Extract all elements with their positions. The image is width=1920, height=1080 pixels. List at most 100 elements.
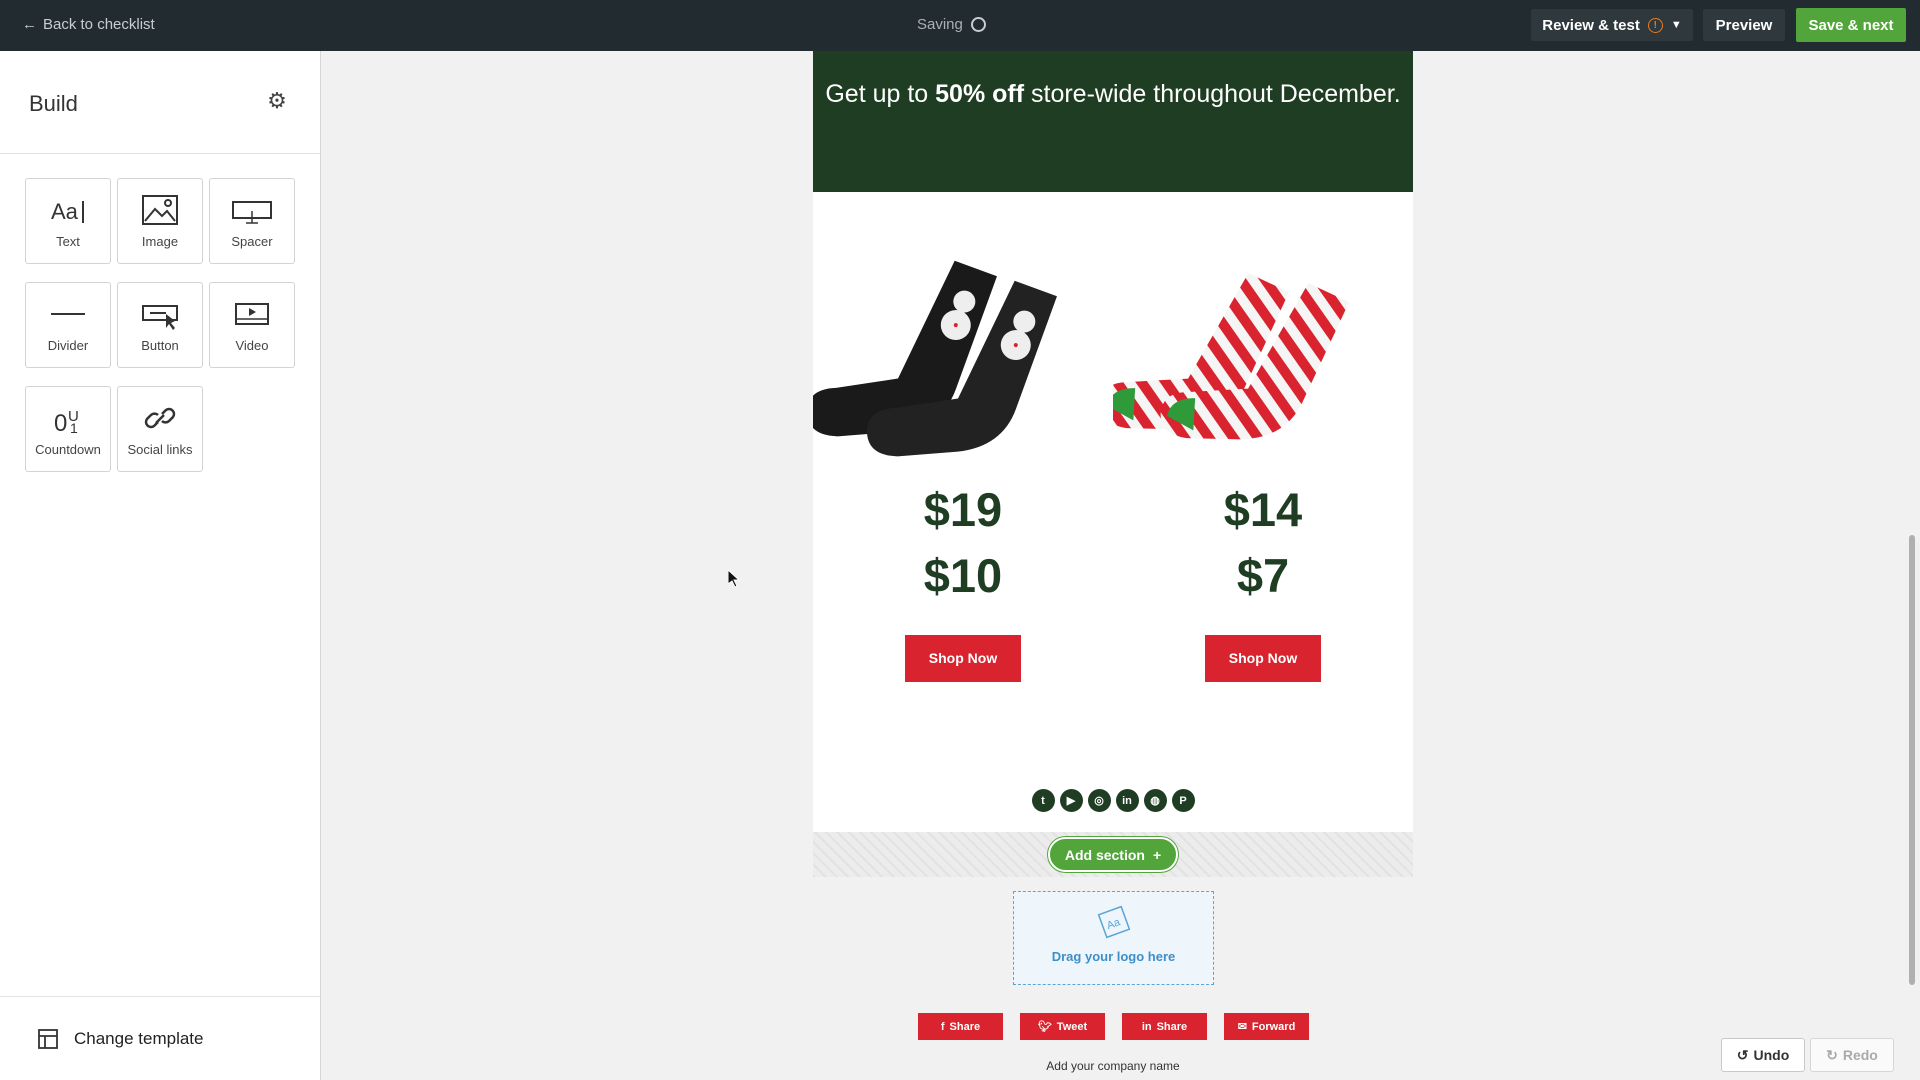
content-blocks-grid: Aa Text Image Spacer Divider Button Vide…: [25, 178, 295, 472]
countdown-icon: 0 U1: [54, 408, 79, 435]
block-button[interactable]: Button: [117, 282, 203, 368]
company-name-placeholder[interactable]: Add your company name: [813, 1059, 1413, 1073]
sidebar-header: Build ⚙: [0, 51, 320, 154]
facebook-icon: f: [940, 1020, 945, 1033]
share-label: Forward: [1251, 1020, 1296, 1033]
preview-button[interactable]: Preview: [1703, 9, 1785, 41]
plus-icon: +: [1152, 846, 1162, 863]
product-card: $14 $7 Shop Now: [1113, 192, 1413, 682]
shop-now-button[interactable]: Shop Now: [905, 635, 1021, 682]
template-icon: [38, 1028, 58, 1049]
link-icon: [144, 407, 176, 429]
add-section-button[interactable]: Add section +: [1048, 837, 1178, 872]
save-next-button[interactable]: Save & next: [1796, 8, 1906, 42]
block-label: Social links: [127, 442, 193, 457]
instagram-icon[interactable]: ◎: [1087, 789, 1111, 812]
block-label: Spacer: [231, 234, 273, 249]
shop-now-button[interactable]: Shop Now: [1205, 635, 1321, 682]
video-icon: [235, 303, 269, 325]
svg-text:1: 1: [70, 420, 78, 435]
twitter-icon[interactable]: t: [1031, 789, 1055, 812]
forward-button[interactable]: ✉ Forward: [1224, 1013, 1309, 1040]
canvas-scrollbar[interactable]: [1909, 535, 1915, 985]
change-template-label: Change template: [74, 1028, 204, 1048]
facebook-share-button[interactable]: f Share: [918, 1013, 1003, 1040]
chevron-down-icon: ▼: [1670, 19, 1682, 31]
svg-text:Aa: Aa: [1105, 916, 1123, 932]
hero-section[interactable]: Get up to 50% off store-wide throughout …: [813, 51, 1413, 192]
block-divider[interactable]: Divider: [25, 282, 111, 368]
review-test-label: Review & test: [1542, 16, 1640, 34]
original-price: $19: [923, 483, 1003, 536]
back-link-label: Back to checklist: [43, 16, 155, 33]
mouse-cursor-icon: [728, 570, 740, 588]
block-spacer[interactable]: Spacer: [209, 178, 295, 264]
top-bar: ← Back to checklist Saving Review & test…: [0, 0, 1920, 51]
twitter-tweet-button[interactable]: 🐦︎ Tweet: [1020, 1013, 1105, 1040]
back-to-checklist-link[interactable]: ← Back to checklist: [22, 16, 155, 33]
dribbble-icon[interactable]: ◍: [1143, 789, 1167, 812]
hero-discount: 50% off: [935, 80, 1025, 108]
share-label: Tweet: [1056, 1020, 1088, 1033]
email-footer: Aa Drag your logo here f Share 🐦︎ Tweet in…: [813, 877, 1413, 1077]
original-price: $14: [1223, 483, 1303, 536]
undo-button[interactable]: ↺ Undo: [1721, 1038, 1805, 1072]
block-label: Divider: [47, 338, 89, 353]
block-label: Image: [141, 234, 179, 249]
share-label: Share: [949, 1020, 981, 1033]
change-template-button[interactable]: Change template: [0, 996, 320, 1080]
logo-placeholder-icon: Aa: [1097, 905, 1130, 939]
gear-icon[interactable]: ⚙: [265, 89, 289, 113]
svg-text:Aa: Aa: [51, 199, 79, 224]
linkedin-icon: in: [1141, 1020, 1152, 1033]
redo-label: Redo: [1842, 1047, 1878, 1063]
block-video[interactable]: Video: [209, 282, 295, 368]
divider-icon: [51, 313, 85, 315]
hero-text-prefix: Get up to: [825, 80, 936, 108]
sale-price: $10: [923, 549, 1003, 602]
image-icon: [142, 195, 178, 225]
block-text[interactable]: Aa Text: [25, 178, 111, 264]
share-label: Share: [1156, 1020, 1188, 1033]
sale-price: $7: [1236, 549, 1290, 602]
block-countdown[interactable]: 0U1 Countdown: [25, 386, 111, 472]
block-label: Video: [235, 338, 269, 353]
undo-label: Undo: [1753, 1047, 1790, 1063]
saving-status: Saving: [917, 16, 986, 33]
undo-icon: ↺: [1736, 1046, 1749, 1063]
block-label: Text: [56, 234, 80, 249]
svg-text:0: 0: [54, 410, 67, 435]
pinterest-icon[interactable]: P: [1171, 789, 1195, 812]
email-canvas: Get up to 50% off store-wide throughout …: [321, 51, 1920, 1080]
products-section[interactable]: $19 $10 Shop Now $14 $7 Shop Now t ▶ ◎ i…: [813, 192, 1413, 832]
product-card: $19 $10 Shop Now: [813, 192, 1113, 682]
add-section-label: Add section: [1064, 846, 1145, 863]
redo-icon: ↻: [1826, 1046, 1838, 1063]
snowman-socks-image: [813, 260, 1057, 457]
logo-drop-label: Drag your logo here: [1051, 949, 1176, 964]
saving-label: Saving: [917, 16, 963, 33]
warning-icon: !: [1647, 17, 1663, 33]
text-icon: Aa: [51, 199, 84, 224]
add-section-row: Add section +: [813, 832, 1413, 877]
hero-text-suffix: store-wide throughout December.: [1024, 80, 1401, 108]
block-image[interactable]: Image: [117, 178, 203, 264]
spinner-icon: [970, 17, 986, 32]
linkedin-share-button[interactable]: in Share: [1122, 1013, 1207, 1040]
social-icons-row: t ▶ ◎ in ◍ P: [813, 789, 1413, 812]
spacer-icon: [232, 201, 272, 224]
twitter-icon: 🐦︎: [1037, 1021, 1052, 1033]
striped-socks-image: [1113, 273, 1350, 440]
logo-drop-zone[interactable]: Aa Drag your logo here: [1013, 891, 1214, 985]
button-icon: [142, 305, 178, 330]
block-label: Button: [141, 338, 179, 353]
share-buttons-row: f Share 🐦︎ Tweet in Share ✉ Forward: [918, 1013, 1309, 1040]
youtube-icon[interactable]: ▶: [1059, 789, 1083, 812]
redo-button[interactable]: ↻ Redo: [1810, 1038, 1894, 1072]
linkedin-icon[interactable]: in: [1115, 789, 1139, 812]
arrow-left-icon: ←: [22, 16, 37, 33]
sidebar-title: Build: [29, 91, 78, 116]
build-sidebar: Build ⚙ Aa Text Image Spacer Divider But…: [0, 51, 321, 1080]
block-social-links[interactable]: Social links: [117, 386, 203, 472]
review-test-button[interactable]: Review & test ! ▼: [1531, 9, 1693, 41]
